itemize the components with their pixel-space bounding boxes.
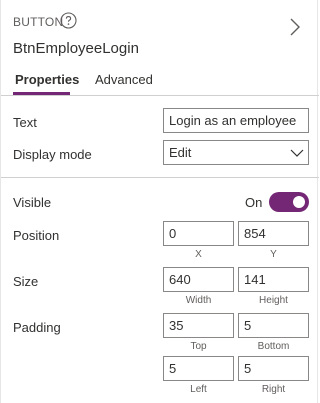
display-mode-select[interactable]: Edit: [163, 140, 309, 165]
tabs-divider: [1, 95, 319, 96]
chevron-down-icon: [290, 149, 304, 157]
size-height-input[interactable]: 141: [238, 267, 309, 292]
padding-left-input[interactable]: 5: [163, 356, 234, 381]
position-label: Position: [13, 228, 60, 243]
padding-right-caption: Right: [261, 384, 286, 395]
padding-bottom-caption: Bottom: [257, 341, 290, 352]
tab-properties[interactable]: Properties: [15, 72, 79, 87]
section-divider: [1, 177, 319, 178]
visible-state-label: On: [245, 195, 263, 210]
position-x-input[interactable]: 0: [163, 221, 234, 246]
display-mode-value: Edit: [169, 145, 192, 160]
padding-label: Padding: [13, 320, 61, 335]
padding-bottom-input[interactable]: 5: [238, 313, 309, 338]
size-height-caption: Height: [259, 295, 288, 306]
visible-toggle[interactable]: [269, 192, 309, 212]
control-type-label: BUTTON: [13, 15, 64, 29]
padding-left-caption: Left: [190, 384, 207, 395]
tab-advanced[interactable]: Advanced: [95, 72, 153, 87]
text-label: Text: [13, 115, 37, 130]
size-width-input[interactable]: 640: [163, 267, 234, 292]
position-y-caption: Y: [270, 249, 277, 260]
control-name: BtnEmployeeLogin: [13, 40, 139, 57]
size-width-caption: Width: [185, 295, 212, 306]
visible-label: Visible: [13, 195, 52, 210]
size-label: Size: [13, 274, 39, 289]
properties-panel: BUTTON BtnEmployeeLogin Properties Advan…: [0, 0, 319, 403]
padding-top-caption: Top: [190, 341, 207, 352]
text-input[interactable]: Login as an employee: [163, 108, 309, 133]
padding-right-input[interactable]: 5: [238, 356, 309, 381]
padding-top-input[interactable]: 35: [163, 313, 234, 338]
position-x-caption: X: [195, 249, 202, 260]
display-mode-label: Display mode: [13, 147, 92, 162]
position-y-input[interactable]: 854: [238, 221, 309, 246]
toggle-knob: [293, 196, 305, 208]
help-icon[interactable]: [60, 12, 77, 29]
chevron-right-icon[interactable]: [288, 17, 302, 37]
